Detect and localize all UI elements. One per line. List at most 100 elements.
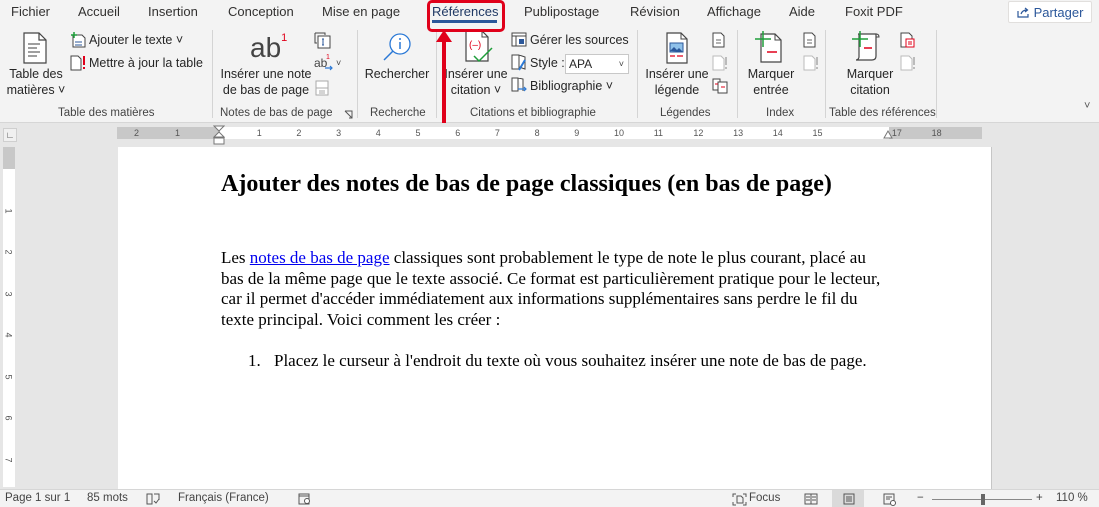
list-number: 1. [248, 351, 261, 370]
table-des-matieres-button[interactable]: Table des matières ˅ [6, 66, 66, 98]
inserer-note-bas-de-page-button[interactable]: Insérer une note de bas de page [220, 66, 312, 98]
page-count[interactable]: Page 1 sur 1 [5, 492, 70, 504]
table-of-contents-icon [23, 32, 47, 64]
list-text: Placez le curseur à l'endroit du texte o… [274, 351, 867, 370]
bibliographie-button[interactable]: Bibliographie ˅ [530, 79, 613, 93]
zoom-slider-thumb[interactable] [981, 494, 986, 505]
ruler-tick-label: 18 [931, 128, 942, 138]
ruler-tick-label: 8 [534, 128, 540, 138]
ruler-tick-label: 1 [256, 128, 262, 138]
tab-fichier[interactable]: Fichier [11, 4, 50, 19]
ruler-tick-label: 9 [574, 128, 580, 138]
vruler-tick-label: 6 [3, 415, 14, 421]
style-select[interactable]: APA ˅ [565, 54, 629, 74]
ribbon-tab-bar: Fichier Accueil Insertion Conception Mis… [0, 0, 1099, 28]
cross-reference-icon[interactable] [712, 78, 728, 94]
next-footnote-icon[interactable]: ab1 [314, 54, 336, 72]
label-line-2: matières ˅ [6, 83, 66, 97]
inserer-legende-button[interactable]: Insérer une légende [643, 66, 711, 98]
proofing-icon[interactable] [146, 493, 160, 505]
footnotes-link[interactable]: notes de bas de page [250, 248, 390, 267]
group-divider [436, 30, 437, 118]
label-line-1: Insérer une [645, 67, 709, 81]
tab-affichage[interactable]: Affichage [707, 4, 761, 19]
para-text: Les [221, 248, 250, 267]
insert-table-of-authorities-icon[interactable] [900, 32, 915, 48]
rechercher-button[interactable]: Rechercher [364, 66, 430, 82]
update-table-authorities-icon [900, 55, 915, 71]
tab-insertion[interactable]: Insertion [148, 4, 198, 19]
ruler-tick-label: 7 [494, 128, 500, 138]
tab-aide[interactable]: Aide [789, 4, 815, 19]
chevron-down-icon: ˅ [618, 59, 624, 69]
label-line-2: légende [654, 83, 700, 97]
inserer-citation-button[interactable]: Insérer une citation ˅ [442, 66, 510, 98]
group-divider [825, 30, 826, 118]
focus-icon [732, 493, 747, 506]
mark-entry-icon [755, 31, 782, 63]
vruler-tick-label: 7 [3, 456, 14, 463]
label-line-1: Marquer [846, 67, 894, 81]
group-label: Table des matières [58, 107, 155, 119]
label-line-2: entrée [753, 83, 789, 97]
ruler-tick-label: 13 [733, 128, 744, 138]
word-count[interactable]: 85 mots [87, 492, 128, 504]
focus-button[interactable]: Focus [749, 492, 780, 504]
web-layout-icon[interactable] [883, 493, 897, 506]
tab-mise-en-page[interactable]: Mise en page [322, 4, 400, 19]
insert-index-icon[interactable] [803, 32, 816, 48]
tab-publipostage[interactable]: Publipostage [524, 4, 599, 19]
label-line-1: Table des [9, 67, 63, 81]
print-layout-icon[interactable] [843, 493, 855, 505]
insert-endnote-icon[interactable] [314, 32, 331, 49]
zoom-in-button[interactable]: + [1036, 492, 1043, 504]
zoom-out-button[interactable]: − [917, 492, 924, 504]
insert-caption-icon [666, 32, 688, 64]
insert-citation-icon: (–) [465, 30, 493, 63]
group-label: Recherche [370, 107, 426, 119]
indent-marker[interactable] [213, 125, 225, 147]
dialog-launcher-icon[interactable] [344, 110, 353, 119]
collapse-ribbon-icon[interactable]: ˅ [1084, 100, 1090, 112]
manage-sources-icon [511, 32, 527, 47]
marquer-entree-button[interactable]: Marquer entrée [743, 66, 799, 98]
update-table-figures-icon [712, 55, 727, 71]
annotation-highlight-box [427, 0, 505, 32]
horizontal-ruler-area: ∟ 2 1 1 2 3 4 5 6 7 8 9 10 11 12 13 14 15 17 18 [0, 123, 1099, 147]
ruler-tick-label: 4 [375, 128, 381, 138]
insert-footnote-icon: ab1 [250, 32, 287, 64]
ajouter-le-texte-button[interactable]: Ajouter le texte ˅ [89, 33, 183, 47]
vruler-tick-label: 4 [3, 332, 14, 338]
document-page[interactable]: Ajouter des notes de bas de page classiq… [118, 147, 992, 489]
label-line-1: Insérer une note [220, 67, 312, 81]
gerer-les-sources-button[interactable]: Gérer les sources [530, 33, 629, 47]
vruler-tick-label: 1 [3, 207, 14, 214]
language-status[interactable]: Français (France) [178, 492, 269, 504]
zoom-level[interactable]: 110 % [1056, 492, 1088, 504]
horizontal-ruler[interactable]: 2 1 1 2 3 4 5 6 7 8 9 10 11 12 13 14 15 17 18 [117, 125, 982, 145]
tab-accueil[interactable]: Accueil [78, 4, 120, 19]
ruler-tick-label: 6 [455, 128, 461, 138]
marquer-citation-button[interactable]: Marquer citation [840, 66, 900, 98]
label-line-1: Marquer [747, 67, 795, 81]
ruler-tick-label: 11 [653, 128, 664, 138]
style-value: APA [569, 57, 593, 71]
status-bar: Page 1 sur 1 85 mots Français (France) F… [0, 489, 1099, 507]
top-margin-area [3, 147, 15, 169]
mettre-a-jour-la-table-button[interactable]: Mettre à jour la table [89, 56, 203, 70]
vertical-ruler[interactable]: 1 2 3 4 5 6 7 [3, 147, 15, 487]
tab-conception[interactable]: Conception [228, 4, 294, 19]
style-label: Style : [530, 56, 565, 70]
tab-foxit-pdf[interactable]: Foxit PDF [845, 4, 903, 19]
share-button[interactable]: Partager [1008, 1, 1092, 23]
ruler-tick-label: 17 [891, 128, 902, 138]
update-index-icon [803, 55, 818, 71]
insert-table-of-figures-icon[interactable] [712, 32, 725, 48]
tab-selector-button[interactable]: ∟ [3, 128, 17, 142]
read-mode-icon[interactable] [804, 493, 818, 505]
document-heading: Ajouter des notes de bas de page classiq… [221, 171, 832, 197]
accessibility-icon[interactable] [298, 493, 311, 505]
tab-revision[interactable]: Révision [630, 4, 680, 19]
chevron-down-icon[interactable]: ˅ [336, 58, 341, 68]
ruler-tick-label: 10 [614, 128, 625, 138]
